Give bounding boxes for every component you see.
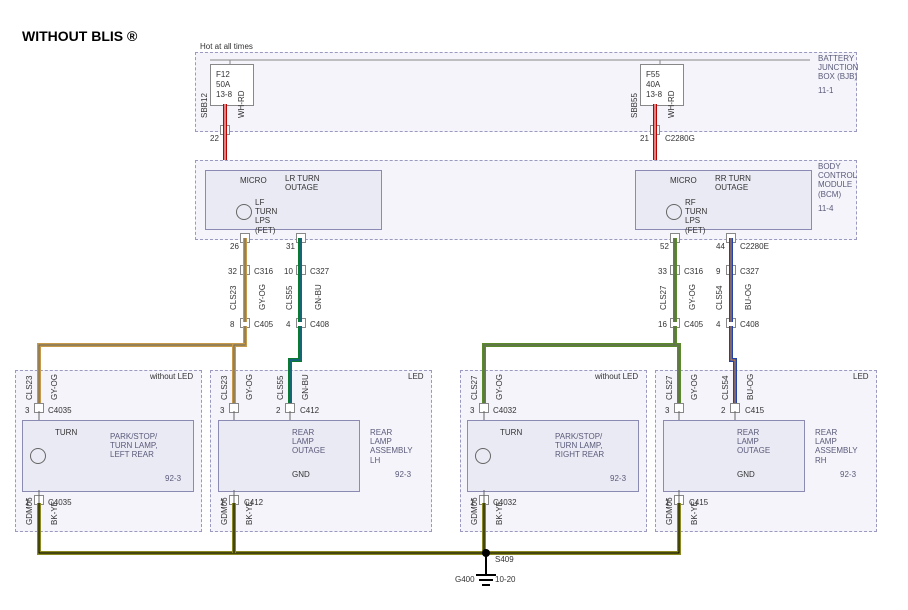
- wiring-diagram: WITHOUT BLIS ® Hot at all times BATTERY …: [0, 0, 908, 610]
- wiring-svg: [0, 0, 908, 610]
